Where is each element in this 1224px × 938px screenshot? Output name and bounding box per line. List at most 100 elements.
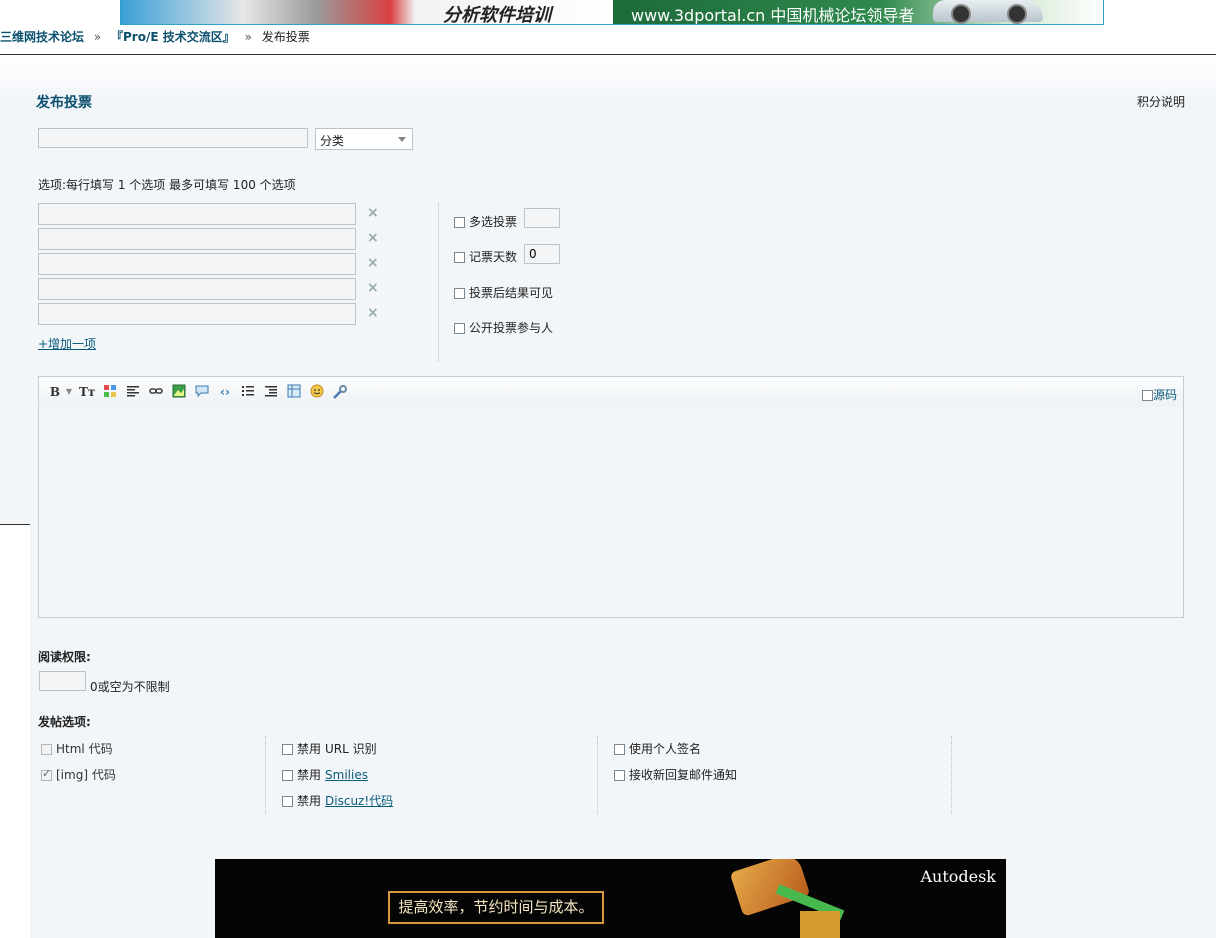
delete-option-icon[interactable]: ×	[367, 305, 379, 321]
public-voters-label: 公开投票参与人	[469, 321, 554, 335]
signature-option: 使用个人签名	[614, 740, 701, 757]
discuz-code-link[interactable]: Discuz!代码	[325, 794, 393, 808]
poll-option-input[interactable]	[38, 303, 356, 325]
bottom-banner-ad[interactable]: 提高效率，节约时间与成本。 Autodesk	[215, 859, 1006, 938]
poll-option-input[interactable]	[38, 253, 356, 275]
multi-vote-label: 多选投票	[469, 215, 518, 229]
quote-icon[interactable]	[194, 384, 210, 400]
vote-days-checkbox[interactable]	[454, 252, 465, 263]
disable-discuz-option: 禁用 Discuz!代码	[282, 792, 393, 809]
breadcrumb-forum-home[interactable]: 三维网技术论坛	[0, 30, 84, 44]
breadcrumb-current: 发布投票	[261, 30, 310, 44]
banner-left-image: 分析软件培训	[121, 0, 611, 24]
disable-smilies-option: 禁用 Smilies	[282, 766, 368, 783]
post-editor: B ▼ Tт ‹› 源码	[38, 376, 1184, 618]
code-icon[interactable]: ‹›	[217, 384, 233, 400]
header-gradient	[0, 55, 1216, 107]
disable-discuz-checkbox[interactable]	[282, 796, 293, 807]
poll-option-input[interactable]	[38, 203, 356, 225]
html-code-option: Html 代码	[41, 740, 113, 757]
list-icon[interactable]	[240, 384, 256, 400]
poll-option-input[interactable]	[38, 228, 356, 250]
options-divider	[265, 736, 266, 814]
category-select[interactable]: 分类	[315, 128, 413, 150]
visible-after-vote-label: 投票后结果可见	[469, 286, 554, 300]
chevron-down-icon[interactable]: ▼	[61, 384, 77, 400]
left-strip	[0, 107, 30, 525]
disable-url-option: 禁用 URL 识别	[282, 740, 377, 757]
source-toggle[interactable]: 源码	[1141, 386, 1177, 403]
wrench-icon[interactable]	[332, 384, 348, 400]
table-icon[interactable]	[286, 384, 302, 400]
poll-options-hint: 选项:每行填写 1 个选项 最多可填写 100 个选项	[38, 178, 296, 192]
poll-option-row	[38, 278, 356, 300]
smiley-icon[interactable]	[309, 384, 325, 400]
page-title: 发布投票	[36, 95, 92, 111]
poll-option-row	[38, 228, 356, 250]
public-voters-setting: 公开投票参与人	[454, 319, 553, 336]
left-divider	[0, 524, 30, 525]
category-selected-value: 分类	[320, 134, 345, 148]
source-label: 源码	[1152, 388, 1177, 402]
signature-checkbox[interactable]	[614, 744, 625, 755]
read-permission-label: 阅读权限:	[38, 650, 91, 664]
editor-textarea[interactable]	[39, 407, 1183, 617]
delete-option-icon[interactable]: ×	[367, 230, 379, 246]
multi-vote-count-input[interactable]	[524, 208, 560, 228]
smilies-link[interactable]: Smilies	[325, 768, 368, 782]
delete-option-icon[interactable]: ×	[367, 280, 379, 296]
signature-label: 使用个人签名	[629, 742, 702, 756]
subject-input[interactable]	[38, 128, 308, 148]
read-permission-input[interactable]	[39, 671, 86, 691]
top-banner-ad[interactable]: 分析软件培训 www.3dportal.cn 中国机械论坛领导者	[120, 0, 1104, 25]
points-help-link[interactable]: 积分说明	[1137, 93, 1185, 110]
email-notify-label: 接收新回复邮件通知	[629, 768, 738, 782]
img-code-option: [img] 代码	[41, 766, 116, 783]
disable-url-label: URL 识别	[325, 742, 377, 756]
public-voters-checkbox[interactable]	[454, 323, 465, 334]
breadcrumb-proe-board[interactable]: 『Pro/E 技术交流区』	[111, 30, 235, 44]
breadcrumb-separator: »	[244, 30, 252, 44]
text-size-icon[interactable]: Tт	[79, 384, 95, 400]
multi-vote-setting: 多选投票	[454, 213, 517, 230]
html-code-checkbox[interactable]	[41, 744, 52, 755]
ad-brand: Autodesk	[920, 867, 996, 886]
visible-after-vote-checkbox[interactable]	[454, 288, 465, 299]
ad-slogan: 提高效率，节约时间与成本。	[388, 891, 604, 924]
visible-after-vote-setting: 投票后结果可见	[454, 284, 553, 301]
color-icon[interactable]	[102, 384, 118, 400]
poll-option-input[interactable]	[38, 278, 356, 300]
delete-option-icon[interactable]: ×	[367, 255, 379, 271]
chevron-down-icon	[398, 137, 406, 142]
poll-option-row	[38, 203, 356, 225]
img-code-checkbox[interactable]	[41, 767, 52, 781]
link-icon[interactable]	[148, 384, 164, 400]
breadcrumb-separator: »	[93, 30, 102, 44]
disable-prefix: 禁用	[297, 768, 322, 782]
options-divider	[951, 736, 952, 814]
poll-option-row	[38, 303, 356, 325]
html-code-label: Html 代码	[56, 742, 113, 756]
disable-smilies-checkbox[interactable]	[282, 770, 293, 781]
email-notify-checkbox[interactable]	[614, 770, 625, 781]
excavator-body-image	[800, 911, 840, 938]
vote-days-input[interactable]	[524, 244, 560, 264]
delete-option-icon[interactable]: ×	[367, 205, 379, 221]
options-divider	[597, 736, 598, 814]
disable-url-checkbox[interactable]	[282, 744, 293, 755]
banner-right-text: www.3dportal.cn 中国机械论坛领导者	[631, 6, 915, 25]
read-permission-hint: 0或空为不限制	[90, 680, 170, 694]
align-icon[interactable]	[125, 384, 141, 400]
multi-vote-checkbox[interactable]	[454, 217, 465, 228]
poll-divider	[438, 203, 439, 361]
add-option-link[interactable]: +增加一项	[38, 335, 96, 352]
disable-prefix: 禁用	[297, 742, 322, 756]
banner-right-image: www.3dportal.cn 中国机械论坛领导者	[611, 0, 1103, 24]
poll-option-row	[38, 253, 356, 275]
email-notify-option: 接收新回复邮件通知	[614, 766, 737, 783]
disable-prefix: 禁用	[297, 794, 322, 808]
editor-toolbar: B ▼ Tт ‹› 源码	[39, 377, 1183, 408]
indent-icon[interactable]	[263, 384, 279, 400]
image-icon[interactable]	[171, 384, 187, 400]
source-checkbox[interactable]	[1141, 390, 1153, 401]
